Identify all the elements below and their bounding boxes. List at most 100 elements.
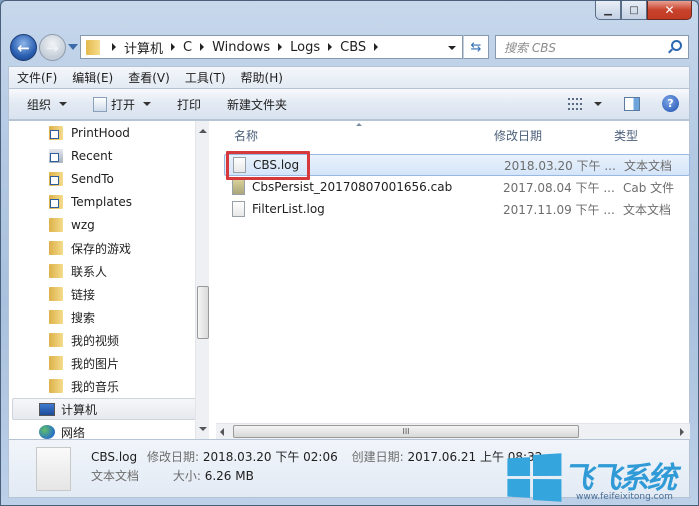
menu-file[interactable]: 文件(F) xyxy=(17,69,57,86)
navigation-vertical-scrollbar[interactable] xyxy=(195,121,209,439)
file-name: CbsPersist_20170807001656.cab xyxy=(252,180,453,194)
nav-item-links[interactable]: 链接 xyxy=(49,283,95,305)
videos-folder-icon xyxy=(49,333,63,347)
nav-item-label: 我的音乐 xyxy=(71,379,120,394)
menu-tools[interactable]: 工具(T) xyxy=(185,69,226,86)
organize-button[interactable]: 组织 xyxy=(27,96,68,113)
nav-item-recent[interactable]: Recent xyxy=(49,145,112,167)
explorer-window: ▁ □ ✕ ← → 计算机 C Windows Logs CBS ⇆ 搜索 CB… xyxy=(0,0,699,506)
chevron-down-icon xyxy=(143,102,152,106)
menu-edit[interactable]: 编辑(E) xyxy=(72,69,113,86)
watermark-url: www.feifeixitong.com xyxy=(576,492,673,502)
breadcrumb-separator-icon[interactable] xyxy=(374,43,379,51)
view-options-dropdown-icon[interactable] xyxy=(594,101,602,106)
nav-item-label: 保存的游戏 xyxy=(71,241,132,256)
nav-item-contacts[interactable]: 联系人 xyxy=(49,260,107,282)
breadcrumb-separator-icon[interactable] xyxy=(200,43,205,51)
nav-item-printhood[interactable]: PrintHood xyxy=(49,122,130,144)
nav-item-pictures[interactable]: 我的图片 xyxy=(49,352,119,374)
breadcrumb-cbs[interactable]: CBS xyxy=(340,40,366,55)
nav-item-music[interactable]: 我的音乐 xyxy=(49,375,119,397)
scroll-down-arrow-icon[interactable] xyxy=(199,427,207,431)
content-area: PrintHood Recent SendTo Templates wzg 保存… xyxy=(8,120,690,440)
breadcrumb-separator-icon[interactable] xyxy=(278,43,283,51)
view-controls: ? xyxy=(568,95,679,112)
new-folder-button[interactable]: 新建文件夹 xyxy=(227,96,287,113)
menu-help[interactable]: 帮助(H) xyxy=(241,69,283,86)
network-icon xyxy=(39,425,55,439)
nav-item-computer[interactable]: 计算机 xyxy=(12,398,195,420)
recent-shortcut-icon xyxy=(49,149,63,163)
scroll-right-arrow-icon[interactable] xyxy=(680,428,684,436)
nav-item-label: PrintHood xyxy=(71,126,130,140)
folder-icon xyxy=(49,218,63,232)
menu-view[interactable]: 查看(V) xyxy=(128,69,170,86)
breadcrumb-separator-icon[interactable] xyxy=(112,43,116,51)
minimize-button[interactable]: ▁ xyxy=(595,1,621,20)
breadcrumb-separator-icon[interactable] xyxy=(328,43,333,51)
preview-pane-icon[interactable] xyxy=(624,96,640,111)
details-line-1: CBS.log 修改日期: 2018.03.20 下午 02:06 创建日期: … xyxy=(91,448,542,465)
nav-item-label: Templates xyxy=(71,195,133,209)
nav-item-sendto[interactable]: SendTo xyxy=(49,168,114,190)
address-bar[interactable]: 计算机 C Windows Logs CBS xyxy=(80,35,463,59)
nav-item-wzg[interactable]: wzg xyxy=(49,214,95,236)
column-header-name[interactable]: 名称 xyxy=(234,127,258,144)
nav-item-label: 联系人 xyxy=(71,264,108,279)
nav-item-videos[interactable]: 我的视频 xyxy=(49,329,119,351)
print-button[interactable]: 打印 xyxy=(177,96,201,113)
breadcrumb-windows[interactable]: Windows xyxy=(212,40,270,55)
search-icon[interactable] xyxy=(671,40,682,51)
nav-item-label: 搜索 xyxy=(71,310,96,325)
help-icon[interactable]: ? xyxy=(662,95,679,112)
command-bar: 组织 打开 打印 新建文件夹 ? xyxy=(8,88,690,120)
organize-label: 组织 xyxy=(27,97,52,112)
nav-item-label: 我的图片 xyxy=(71,356,120,371)
nav-item-saved-games[interactable]: 保存的游戏 xyxy=(49,237,131,259)
details-size-value: 6.26 MB xyxy=(204,469,254,483)
scrollbar-thumb[interactable]: III xyxy=(233,425,579,438)
forward-button[interactable]: → xyxy=(39,34,66,61)
column-header-type[interactable]: 类型 xyxy=(614,127,638,144)
nav-item-network[interactable]: 网络 xyxy=(39,421,85,439)
breadcrumb-logs[interactable]: Logs xyxy=(290,40,320,55)
searches-folder-icon xyxy=(49,310,63,324)
nav-item-searches[interactable]: 搜索 xyxy=(49,306,95,328)
file-type: Cab 文件 xyxy=(623,180,675,195)
saved-games-folder-icon xyxy=(49,241,63,255)
file-date: 2017.11.09 下午 ... xyxy=(503,202,615,217)
column-header-modified[interactable]: 修改日期 xyxy=(494,127,542,144)
scrollbar-thumb[interactable] xyxy=(197,286,209,339)
change-view-icon[interactable] xyxy=(568,97,582,110)
cab-file-icon xyxy=(232,179,245,195)
close-button[interactable]: ✕ xyxy=(647,1,692,20)
folder-shortcut-icon xyxy=(49,195,63,209)
folder-shortcut-icon xyxy=(49,172,63,186)
navigation-row: ← → 计算机 C Windows Logs CBS ⇆ 搜索 CBS xyxy=(1,32,698,62)
maximize-button[interactable]: □ xyxy=(621,1,647,20)
nav-item-label: 链接 xyxy=(71,287,96,302)
file-date: 2018.03.20 下午 ... xyxy=(504,158,616,173)
breadcrumb-c[interactable]: C xyxy=(183,40,192,55)
breadcrumb-computer[interactable]: 计算机 xyxy=(124,38,163,57)
refresh-icon: ⇆ xyxy=(470,39,482,55)
refresh-button[interactable]: ⇆ xyxy=(463,35,489,59)
chevron-down-icon xyxy=(59,102,68,106)
breadcrumb-separator-icon[interactable] xyxy=(171,43,176,51)
search-input[interactable]: 搜索 CBS xyxy=(495,35,689,59)
scroll-left-arrow-icon[interactable] xyxy=(220,428,224,436)
open-button[interactable]: 打开 xyxy=(93,96,152,113)
back-button[interactable]: ← xyxy=(10,34,37,61)
nav-item-label: 计算机 xyxy=(61,402,98,417)
notepad-icon xyxy=(93,96,108,112)
nav-item-templates[interactable]: Templates xyxy=(49,191,132,213)
address-history-dropdown-icon[interactable] xyxy=(448,46,456,50)
scroll-up-arrow-icon[interactable] xyxy=(199,129,207,133)
nav-item-label: Recent xyxy=(71,149,113,163)
file-type: 文本文档 xyxy=(623,202,672,217)
file-list-horizontal-scrollbar[interactable]: III xyxy=(216,423,690,439)
file-row[interactable]: FilterList.log 2017.11.09 下午 ... 文本文档 xyxy=(224,198,690,220)
text-file-icon xyxy=(232,201,245,217)
recent-pages-dropdown[interactable] xyxy=(68,44,78,50)
folder-icon xyxy=(86,39,100,55)
